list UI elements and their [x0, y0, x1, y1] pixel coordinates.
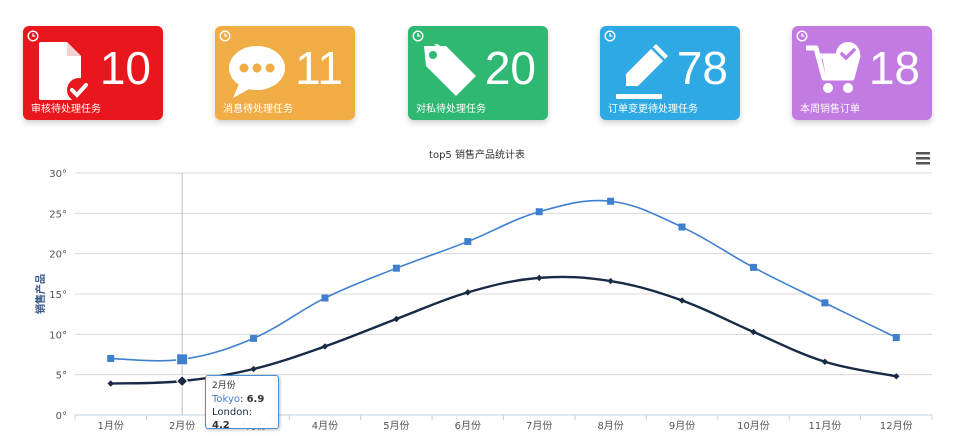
- data-point: [392, 264, 400, 272]
- tooltip-series-row: London: 4.2: [212, 407, 253, 431]
- task-count: 10: [99, 42, 151, 94]
- y-tick-label: 25°: [49, 209, 67, 220]
- tooltip-series-value: 4.2: [212, 420, 230, 431]
- data-point: [607, 197, 615, 205]
- pencil-icon: [616, 44, 668, 99]
- data-point: [892, 334, 900, 342]
- task-count: 11: [295, 42, 343, 94]
- y-tick-label: 0°: [56, 411, 67, 422]
- series-line: [110, 199, 897, 362]
- y-axis-label: 销售产品: [34, 274, 47, 314]
- chart-title: top5 销售产品统计表: [429, 148, 525, 161]
- x-tick-label: 2月份: [169, 420, 195, 432]
- tooltip-series-name: London: [212, 407, 249, 418]
- task-card[interactable]: 18 本周销售订单: [792, 26, 932, 120]
- task-count: 18: [868, 42, 920, 94]
- task-label: 订单变更待处理任务: [608, 104, 698, 115]
- sales-chart: top5 销售产品统计表0°5°10°15°20°25°30°1月份2月份3月份…: [0, 140, 954, 440]
- y-tick-label: 5°: [56, 371, 67, 382]
- y-tick-label: 30°: [49, 169, 67, 180]
- tooltip-series-value: 6.9: [246, 394, 265, 405]
- y-tick-label: 20°: [49, 250, 67, 261]
- chat-bubble-icon: [229, 46, 285, 98]
- x-tick-label: 12月份: [880, 420, 913, 432]
- x-tick-label: 9月份: [669, 420, 695, 432]
- data-point: [464, 289, 471, 296]
- x-tick-label: 1月份: [98, 420, 124, 432]
- task-card[interactable]: 11 消息待处理任务: [215, 26, 355, 120]
- data-point: [678, 223, 686, 231]
- task-card[interactable]: 20 对私待处理任务: [408, 26, 548, 120]
- tags-icon: [424, 44, 476, 96]
- data-point: [175, 374, 189, 388]
- line-chart-svg: top5 销售产品统计表0°5°10°15°20°25°30°1月份2月份3月份…: [34, 148, 933, 432]
- data-point: [749, 263, 757, 271]
- data-point: [250, 334, 258, 342]
- chart-tooltip: 2月份 Tokyo: 6.9 London: 4.2: [205, 375, 279, 431]
- tooltip-series-row: Tokyo: 6.9: [212, 394, 265, 405]
- data-point: [893, 373, 900, 380]
- x-tick-label: 4月份: [312, 420, 338, 432]
- task-label: 本周销售订单: [800, 104, 860, 115]
- task-label: 审核待处理任务: [31, 104, 101, 115]
- y-tick-label: 10°: [49, 330, 67, 341]
- data-point: [107, 380, 114, 387]
- task-label: 消息待处理任务: [223, 104, 293, 115]
- x-tick-label: 7月份: [526, 420, 552, 432]
- data-point: [535, 208, 543, 216]
- x-tick-label: 8月份: [597, 420, 623, 432]
- x-tick-label: 5月份: [383, 420, 409, 432]
- data-point: [678, 297, 686, 304]
- data-point: [321, 294, 329, 302]
- data-point: [536, 274, 543, 282]
- cart-check-icon: [806, 42, 861, 93]
- series-line: [110, 275, 897, 385]
- data-point: [821, 299, 829, 307]
- document-check-icon: [39, 42, 91, 102]
- task-card[interactable]: 10 审核待处理任务: [23, 26, 163, 120]
- data-point: [107, 355, 115, 363]
- task-label: 对私待处理任务: [416, 104, 486, 115]
- x-tick-label: 6月份: [455, 420, 481, 432]
- task-count: 20: [484, 42, 536, 94]
- data-point: [250, 365, 257, 373]
- x-tick-label: 11月份: [809, 420, 842, 432]
- data-point: [821, 358, 829, 365]
- y-tick-label: 15°: [49, 290, 67, 301]
- tooltip-series-name: Tokyo: [212, 394, 240, 405]
- x-tick-label: 10月份: [737, 420, 770, 432]
- task-card[interactable]: 78 订单变更待处理任务: [600, 26, 740, 120]
- tooltip-category: 2月份: [212, 381, 236, 391]
- data-point: [321, 343, 329, 350]
- data-point: [607, 277, 614, 285]
- hamburger-menu-icon[interactable]: [916, 152, 930, 165]
- task-count: 78: [676, 42, 728, 94]
- data-point: [176, 353, 189, 366]
- data-point: [464, 238, 472, 246]
- data-point: [393, 315, 400, 323]
